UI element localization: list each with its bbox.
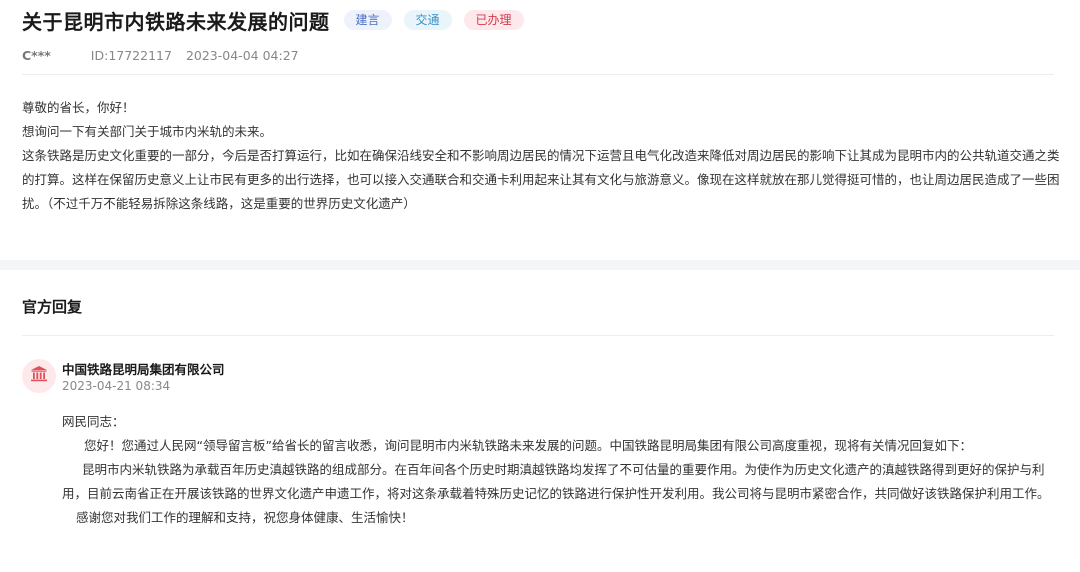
- reply-paragraph: 昆明市内米轨铁路为承载百年历史滇越铁路的组成部分。在百年间各个历史时期滇越铁路均…: [62, 462, 1050, 501]
- reply-paragraph: 您好！您通过人民网“领导留言板”给省长的留言收悉，询问昆明市内米轨铁路未来发展的…: [84, 438, 972, 453]
- tag-suggestion[interactable]: 建言: [343, 10, 392, 30]
- title-row: 关于昆明市内铁路未来发展的问题 建言 交通 已办理: [22, 6, 524, 34]
- message-paragraph: 这条铁路是历史文化重要的一部分，今后是否打算运行，比如在确保沿线安全和不影响周边…: [22, 148, 1060, 211]
- message-meta: C*** ID:17722117 2023-04-04 04:27: [22, 48, 299, 63]
- government-building-icon: [30, 365, 48, 387]
- section-separator: [0, 260, 1080, 270]
- tag-status-handled: 已办理: [463, 10, 524, 30]
- message-datetime: 2023-04-04 04:27: [185, 48, 299, 63]
- reply-salutation: 网民同志：: [62, 414, 125, 429]
- message-body: 尊敬的省长，你好！ 想询问一下有关部门关于城市内米轨的未来。 这条铁路是历史文化…: [22, 96, 1062, 216]
- message-greeting: 尊敬的省长，你好！: [22, 100, 135, 115]
- reply-date: 2023-04-21 08:34: [62, 379, 171, 393]
- message-id: ID:17722117: [90, 48, 172, 63]
- message-line: 想询问一下有关部门关于城市内米轨的未来。: [22, 124, 273, 139]
- author-name: C***: [22, 48, 51, 63]
- page-title: 关于昆明市内铁路未来发展的问题: [22, 9, 330, 34]
- divider: [22, 335, 1054, 336]
- reply-section-title: 官方回复: [22, 298, 83, 316]
- divider: [22, 74, 1054, 75]
- reply-closing: 感谢您对我们工作的理解和支持，祝您身体健康、生活愉快！: [76, 510, 414, 525]
- reply-body: 网民同志： 您好！您通过人民网“领导留言板”给省长的留言收悉，询问昆明市内米轨铁…: [62, 410, 1062, 530]
- tag-traffic[interactable]: 交通: [403, 10, 452, 30]
- org-avatar: [22, 359, 56, 393]
- org-name: 中国铁路昆明局集团有限公司: [62, 362, 225, 377]
- message-section: 关于昆明市内铁路未来发展的问题 建言 交通 已办理 C*** ID:177221…: [0, 0, 1080, 260]
